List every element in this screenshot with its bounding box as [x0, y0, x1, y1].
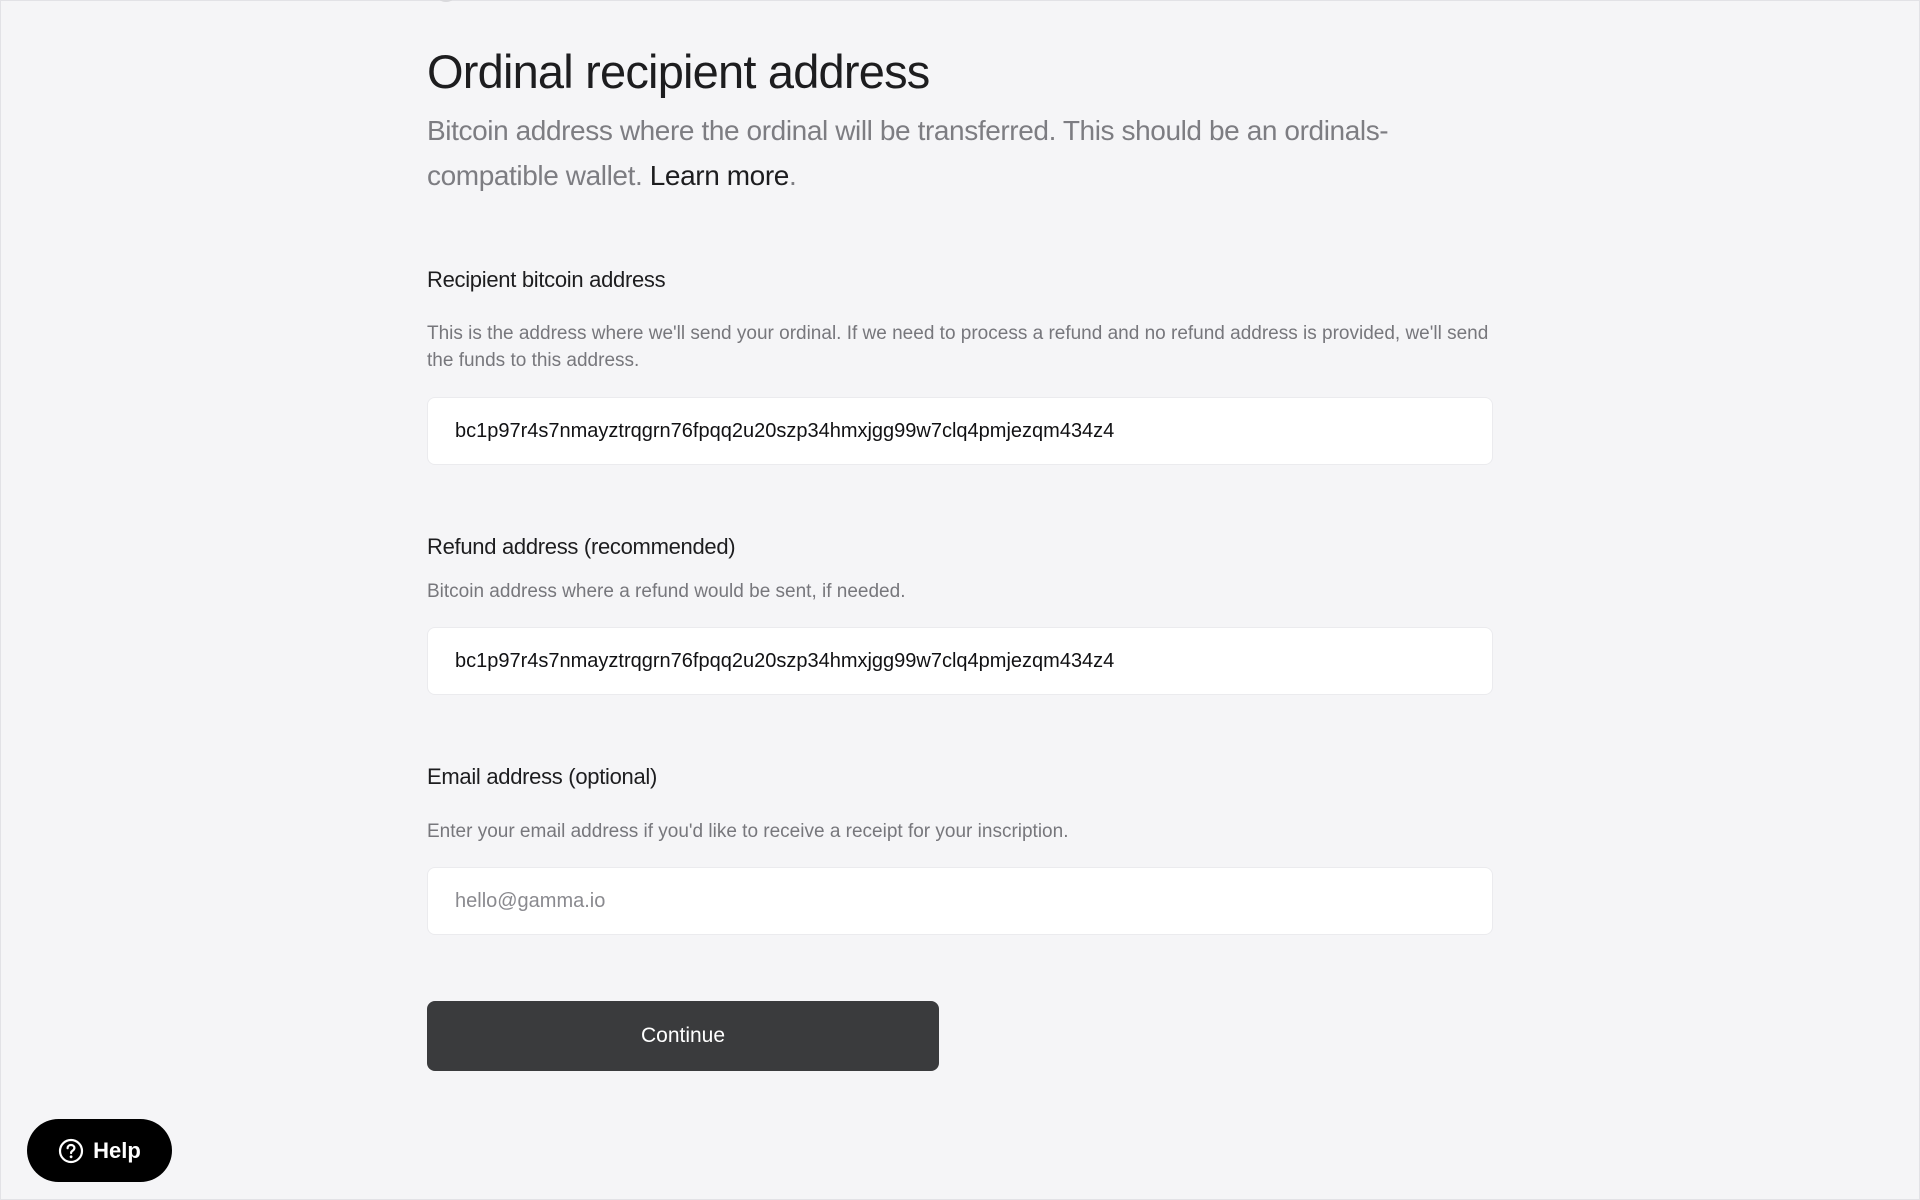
- help-button-label: Help: [93, 1137, 141, 1163]
- question-circle-icon: [58, 1138, 84, 1164]
- recipient-address-help: This is the address where we'll send you…: [427, 323, 1489, 371]
- page-subtitle-text: Bitcoin address where the ordinal will b…: [427, 115, 1389, 191]
- page-subtitle: Bitcoin address where the ordinal will b…: [427, 108, 1427, 198]
- scroll-indicator: [438, 0, 454, 2]
- refund-address-label: Refund address (recommended): [427, 534, 736, 559]
- refund-address-input[interactable]: [427, 627, 1493, 695]
- learn-more-link[interactable]: Learn more: [650, 160, 790, 191]
- email-address-help: Enter your email address if you'd like t…: [427, 821, 1069, 842]
- refund-address-help: Bitcoin address where a refund would be …: [427, 581, 906, 602]
- page-title: Ordinal recipient address: [427, 45, 930, 98]
- continue-button[interactable]: Continue: [427, 1001, 939, 1071]
- email-address-input[interactable]: [427, 867, 1493, 935]
- recipient-address-label: Recipient bitcoin address: [427, 267, 666, 292]
- page-subtitle-end: .: [788, 160, 797, 191]
- recipient-address-input[interactable]: [427, 397, 1493, 465]
- help-button[interactable]: Help: [27, 1119, 172, 1182]
- email-address-label: Email address (optional): [427, 764, 658, 789]
